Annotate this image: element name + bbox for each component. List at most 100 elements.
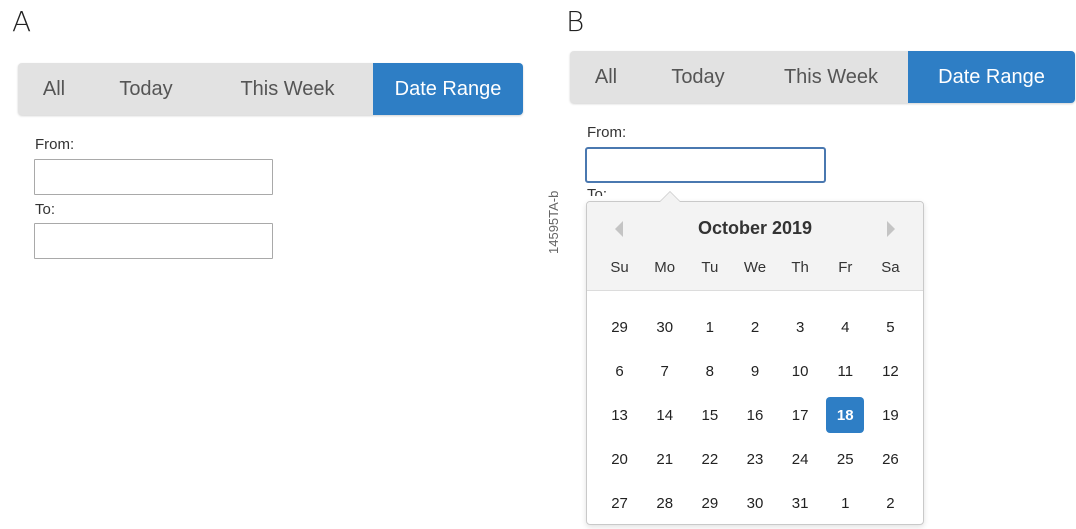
tab-all[interactable]: All (18, 63, 90, 115)
calendar-day[interactable]: 14 (642, 393, 687, 437)
calendar-day-number: 24 (791, 450, 809, 468)
to-date-input[interactable] (34, 223, 273, 259)
calendar-day-number: 15 (701, 406, 719, 424)
calendar-day[interactable]: 2 (868, 481, 913, 525)
weekday-label: Sa (881, 259, 900, 276)
calendar-day-number: 3 (795, 318, 805, 336)
calendar-day[interactable]: 15 (687, 393, 732, 437)
calendar-day[interactable]: 19 (868, 393, 913, 437)
from-label: From: (587, 124, 627, 141)
calendar-day-number: 21 (656, 450, 674, 468)
popup-caret (659, 191, 681, 202)
tab-date-range[interactable]: Date Range (908, 51, 1075, 103)
calendar-day-number: 22 (701, 450, 719, 468)
calendar-day[interactable]: 30 (642, 305, 687, 349)
calendar-day[interactable]: 22 (687, 437, 732, 481)
calendar-day-number: 28 (656, 494, 674, 512)
from-date-input[interactable] (34, 159, 273, 195)
calendar-day[interactable]: 8 (687, 349, 732, 393)
calendar-day[interactable]: 7 (642, 349, 687, 393)
calendar-day-number: 20 (611, 450, 628, 468)
calendar-day-number: 18 (826, 397, 865, 433)
tab-all[interactable]: All (570, 51, 642, 103)
panel-b-letter: B (566, 5, 585, 38)
calendar-day-number: 19 (882, 406, 899, 424)
calendar-day[interactable]: 6 (597, 349, 642, 393)
calendar-day-number: 29 (701, 494, 719, 512)
tab-this-week[interactable]: This Week (754, 51, 908, 103)
calendar-day-number: 25 (836, 450, 854, 468)
calendar-day-selected[interactable]: 18 (823, 393, 868, 437)
to-label: To: (35, 201, 56, 218)
calendar-day-number: 30 (746, 494, 764, 512)
weekday-label: Su (610, 259, 629, 276)
calendar-day-grid: 29 30 1 2 3 4 5 6 7 8 9 10 11 12 13 14 15 16 17 18 19 20 21 22 2… (597, 305, 913, 525)
calendar-day-number: 12 (882, 362, 899, 380)
calendar-day[interactable]: 11 (823, 349, 868, 393)
panel-b-filter-tabs: All Today This Week Date Range (570, 51, 1075, 103)
calendar-day-number: 23 (746, 450, 764, 468)
calendar-day-number: 27 (611, 494, 628, 512)
weekday-label: Th (791, 259, 809, 276)
calendar-day-number: 30 (656, 318, 674, 336)
from-date-input[interactable] (585, 147, 826, 183)
calendar-day-number: 9 (750, 362, 760, 380)
datepicker-popup: October 2019 Su Mo Tu We Th Fr Sa 29 30 1 2… (586, 191, 924, 525)
tab-this-week[interactable]: This Week (202, 63, 373, 115)
calendar-day[interactable]: 4 (823, 305, 868, 349)
month-year-title: October 2019 (697, 218, 813, 238)
calendar-day[interactable]: 17 (778, 393, 823, 437)
calendar-day[interactable]: 27 (597, 481, 642, 525)
calendar-day[interactable]: 29 (597, 305, 642, 349)
weekday-label: We (743, 259, 767, 276)
calendar-day[interactable]: 9 (732, 349, 777, 393)
calendar-day-number: 11 (837, 362, 854, 380)
calendar-day-number: 4 (841, 318, 850, 336)
calendar-day[interactable]: 26 (868, 437, 913, 481)
calendar-day[interactable]: 24 (778, 437, 823, 481)
calendar-day[interactable]: 23 (732, 437, 777, 481)
from-label: From: (35, 136, 75, 153)
calendar-day-number: 2 (750, 318, 760, 336)
calendar-day[interactable]: 20 (597, 437, 642, 481)
calendar-day-number: 14 (656, 406, 674, 424)
calendar-day[interactable]: 13 (597, 393, 642, 437)
calendar-day-number: 1 (841, 494, 850, 512)
calendar-day[interactable]: 1 (687, 305, 732, 349)
calendar-day-number: 16 (746, 406, 764, 424)
calendar-day[interactable]: 25 (823, 437, 868, 481)
calendar-day[interactable]: 5 (868, 305, 913, 349)
calendar-day[interactable]: 28 (642, 481, 687, 525)
calendar-day[interactable]: 21 (642, 437, 687, 481)
datepicker-header: October 2019 Su Mo Tu We Th Fr Sa (587, 202, 923, 291)
weekday-label: Tu (701, 259, 719, 276)
calendar-day-number: 29 (611, 318, 628, 336)
chevron-right-icon[interactable] (887, 221, 895, 237)
weekday-header-row: Su Mo Tu We Th Fr Sa (597, 259, 913, 276)
calendar-day[interactable]: 10 (778, 349, 823, 393)
calendar-day-number: 31 (791, 494, 809, 512)
calendar-day[interactable]: 31 (778, 481, 823, 525)
calendar-day-number: 7 (660, 362, 669, 380)
calendar-day-number: 1 (705, 318, 715, 336)
calendar-day[interactable]: 12 (868, 349, 913, 393)
calendar-day-number: 8 (705, 362, 715, 380)
calendar-day-number: 10 (791, 362, 809, 380)
calendar-day[interactable]: 1 (823, 481, 868, 525)
calendar-day[interactable]: 16 (732, 393, 777, 437)
calendar-day-number: 13 (611, 406, 628, 424)
calendar-day-number: 26 (882, 450, 899, 468)
tab-today[interactable]: Today (642, 51, 754, 103)
figure-id-label: 14595TA-b (546, 190, 561, 254)
panel-a-letter: A (12, 5, 32, 38)
calendar-day[interactable]: 2 (732, 305, 777, 349)
weekday-label: Fr (838, 259, 853, 276)
calendar-day-number: 6 (615, 362, 624, 380)
calendar-day[interactable]: 3 (778, 305, 823, 349)
tab-date-range[interactable]: Date Range (373, 63, 523, 115)
tab-today[interactable]: Today (90, 63, 202, 115)
calendar-day-number: 5 (886, 318, 895, 336)
calendar-day[interactable]: 30 (732, 481, 777, 525)
calendar-day[interactable]: 29 (687, 481, 732, 525)
calendar-day-number: 2 (886, 494, 895, 512)
